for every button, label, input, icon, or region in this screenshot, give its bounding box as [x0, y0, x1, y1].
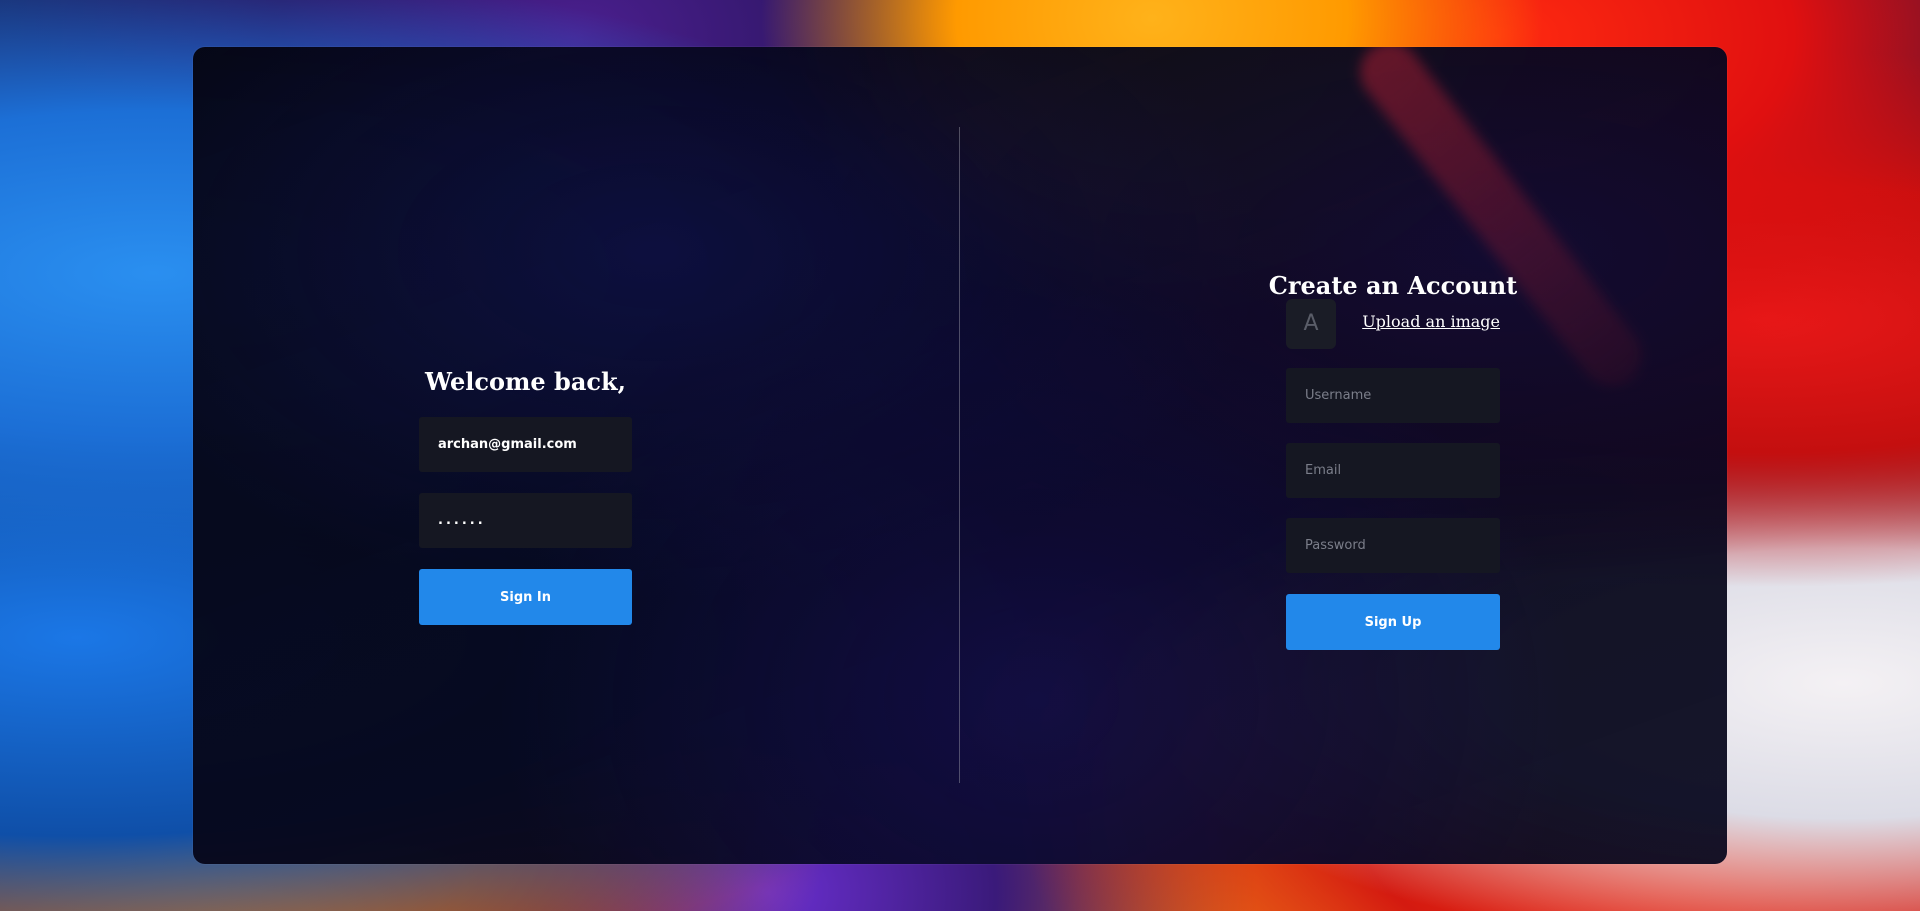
signup-fields: Sign Up [1286, 368, 1500, 650]
auth-card: Welcome back, Sign In Create an Account … [193, 47, 1727, 864]
avatar-placeholder[interactable]: A [1286, 299, 1336, 349]
upload-image-link[interactable]: Upload an image [1362, 312, 1500, 331]
signin-password-field[interactable] [419, 493, 632, 548]
signin-button[interactable]: Sign In [419, 569, 632, 625]
signup-title: Create an Account [1268, 270, 1518, 300]
signup-button[interactable]: Sign Up [1286, 594, 1500, 650]
signup-username-field[interactable] [1286, 368, 1500, 423]
signup-email-field[interactable] [1286, 443, 1500, 498]
signin-email-field[interactable] [419, 417, 632, 472]
column-divider [959, 127, 960, 783]
signup-password-field[interactable] [1286, 518, 1500, 573]
avatar-upload-row: A Upload an image [1286, 299, 1500, 349]
signin-form: Welcome back, Sign In [419, 365, 632, 625]
signin-title: Welcome back, [425, 367, 626, 396]
